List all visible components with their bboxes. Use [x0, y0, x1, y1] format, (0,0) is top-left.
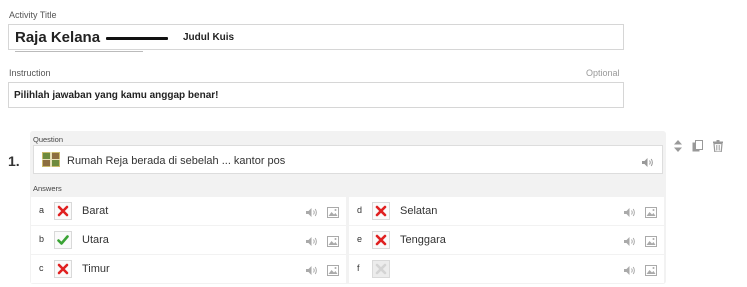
trash-icon[interactable] [713, 139, 723, 157]
title-underline [15, 51, 143, 52]
question-field[interactable]: Rumah Reja berada di sebelah ... kantor … [33, 145, 663, 174]
instruction-label: Instruction [9, 68, 51, 78]
image-icon[interactable] [645, 263, 657, 276]
activity-title-label: Activity Title [9, 10, 57, 20]
speaker-icon[interactable] [305, 234, 318, 246]
answer-letter: c [39, 263, 44, 273]
speaker-icon[interactable] [641, 155, 654, 167]
speaker-icon[interactable] [623, 205, 636, 217]
wrong-mark-icon[interactable] [54, 260, 72, 278]
activity-title-value: Raja Kelana [15, 29, 101, 46]
answer-option-c[interactable]: c Timur [31, 255, 346, 283]
answer-text: Selatan [400, 205, 438, 217]
inactive-mark-icon[interactable] [372, 260, 390, 278]
annotation-arrow-line [106, 37, 168, 40]
activity-title-field[interactable]: Raja Kelana Judul Kuis [8, 24, 624, 52]
wrong-mark-icon[interactable] [372, 231, 390, 249]
reorder-icon[interactable] [674, 139, 682, 157]
speaker-icon[interactable] [305, 205, 318, 217]
answer-text: Barat [82, 205, 109, 217]
answer-option-b[interactable]: b Utara [31, 226, 346, 254]
answers-label: Answers [33, 184, 62, 193]
instruction-optional-label: Optional [586, 68, 620, 78]
wrong-mark-icon[interactable] [54, 202, 72, 220]
correct-mark-icon[interactable] [54, 231, 72, 249]
answer-option-d[interactable]: d Selatan [349, 197, 664, 225]
speaker-icon[interactable] [305, 263, 318, 275]
image-icon[interactable] [645, 205, 657, 218]
image-icon[interactable] [327, 263, 339, 276]
answer-option-e[interactable]: e Tenggara [349, 226, 664, 254]
instruction-field[interactable]: Pilihlah jawaban yang kamu anggap benar! [8, 82, 624, 108]
wrong-mark-icon[interactable] [372, 202, 390, 220]
image-icon[interactable] [645, 234, 657, 247]
question-panel: Question Rumah Reja berada di sebelah ..… [30, 131, 666, 284]
speaker-icon[interactable] [623, 234, 636, 246]
answer-letter: d [357, 205, 363, 215]
answer-letter: b [39, 234, 45, 244]
answer-option-f[interactable]: f [349, 255, 664, 283]
answer-text: Timur [82, 263, 110, 275]
image-icon[interactable] [327, 205, 339, 218]
answer-text: Utara [82, 234, 109, 246]
instruction-value: Pilihlah jawaban yang kamu anggap benar! [14, 90, 219, 101]
duplicate-icon[interactable] [692, 139, 703, 157]
question-text: Rumah Reja berada di sebelah ... kantor … [67, 155, 286, 167]
answer-text: Tenggara [400, 234, 446, 246]
activity-title-annotation: Judul Kuis [183, 32, 235, 43]
question-label: Question [33, 135, 64, 144]
question-number: 1. [8, 153, 20, 169]
answer-letter: e [357, 234, 363, 244]
answer-letter: f [357, 263, 360, 273]
image-icon[interactable] [327, 234, 339, 247]
answer-option-a[interactable]: a Barat [31, 197, 346, 225]
question-image-thumbnail[interactable] [42, 152, 60, 167]
answer-letter: a [39, 205, 45, 215]
speaker-icon[interactable] [623, 263, 636, 275]
